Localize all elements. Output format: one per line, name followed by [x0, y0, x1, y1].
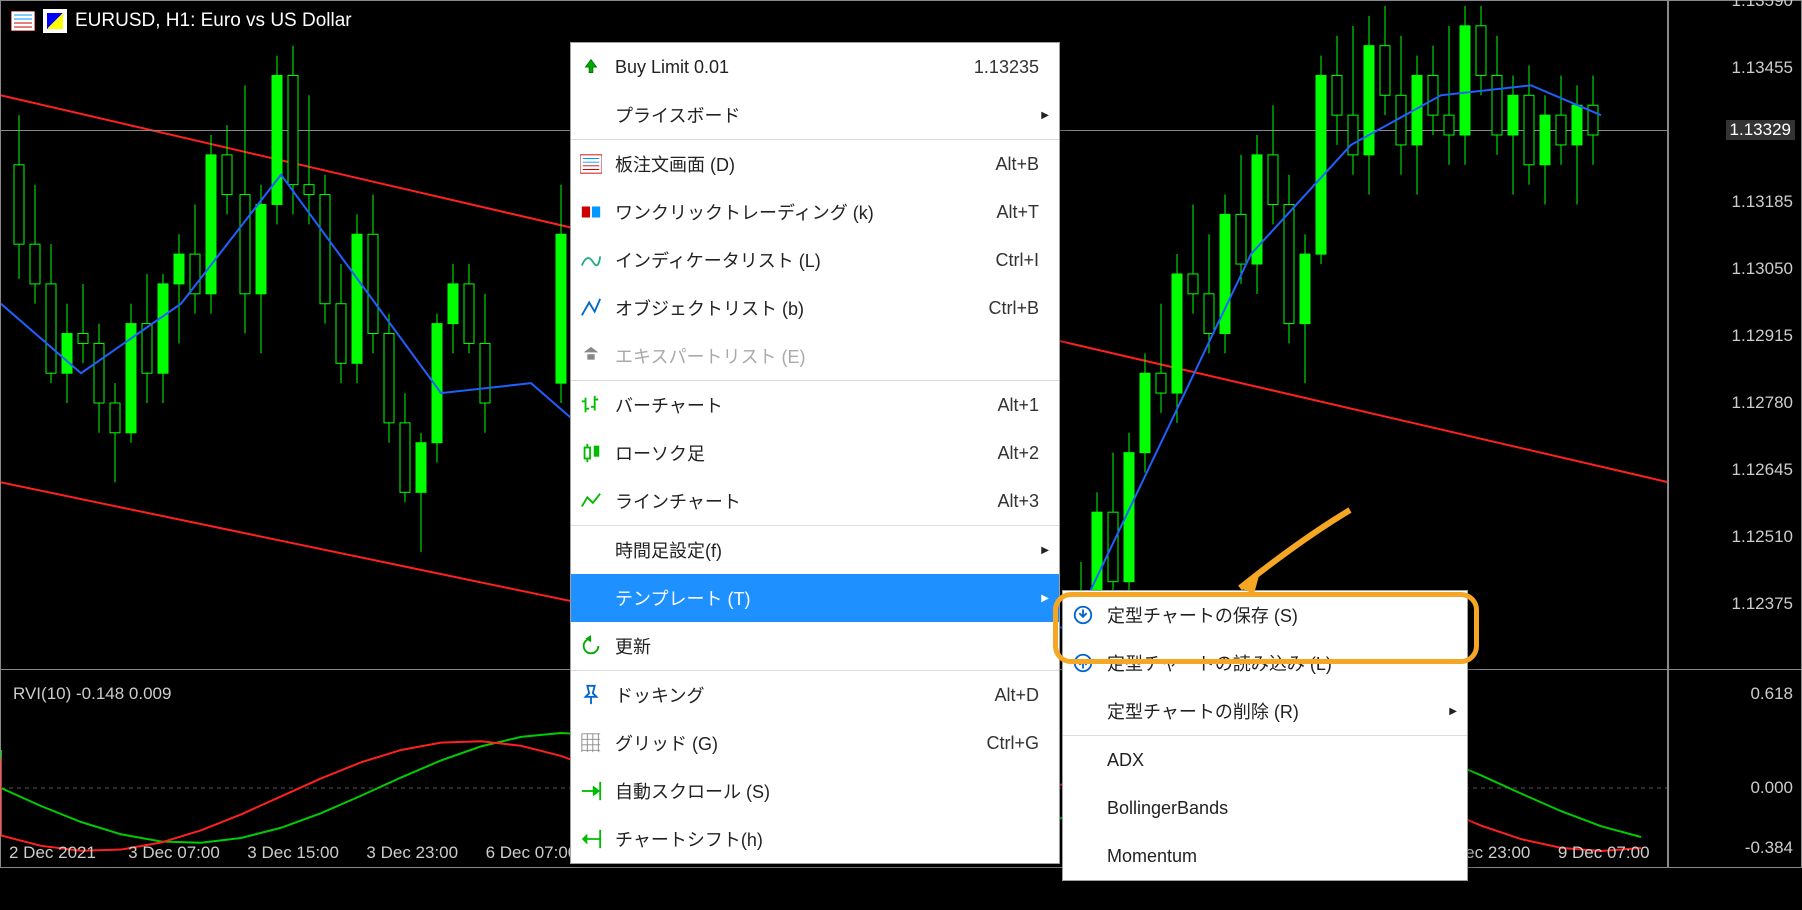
menu-candle[interactable]: ローソク足Alt+2 [571, 429, 1059, 477]
submenu-arrow-icon: ▶ [1041, 110, 1049, 121]
menu-chartshift[interactable]: チャートシフト(h) [571, 815, 1059, 863]
menu-grid[interactable]: グリッド (G)Ctrl+G [571, 719, 1059, 767]
menu-refresh[interactable]: 更新 [571, 622, 1059, 670]
submenu-arrow-icon: ▶ [1449, 706, 1457, 717]
submenu-delete-template[interactable]: 定型チャートの削除 (R)▶ [1063, 687, 1467, 735]
bar-icon [571, 394, 611, 416]
menu-docking[interactable]: ドッキングAlt+D [571, 671, 1059, 719]
menu-timeframe[interactable]: 時間足設定(f)▶ [571, 526, 1059, 574]
auto-icon [571, 780, 611, 802]
ex-icon [571, 345, 611, 367]
menu-bar-chart[interactable]: バーチャートAlt+1 [571, 381, 1059, 429]
oc-icon [571, 201, 611, 223]
time-label: 3 Dec 15:00 [247, 843, 339, 863]
grid-icon [571, 732, 611, 754]
submenu-template-bollingerbands[interactable]: BollingerBands [1063, 784, 1467, 832]
submenu-save-template[interactable]: 定型チャートの保存 (S) [1063, 591, 1467, 639]
menu-board-order[interactable]: 板注文画面 (D)Alt+B [571, 140, 1059, 188]
time-label: 3 Dec 07:00 [128, 843, 220, 863]
menu-line-chart[interactable]: ラインチャートAlt+3 [571, 477, 1059, 525]
template-submenu[interactable]: 定型チャートの保存 (S)定型チャートの読み込み (L)定型チャートの削除 (R… [1062, 590, 1468, 881]
up-icon [571, 56, 611, 78]
price-axis: 1.135901.134551.131851.130501.129151.127… [1668, 0, 1802, 670]
pin-icon [571, 684, 611, 706]
line-icon [571, 490, 611, 512]
dom-icon [571, 153, 611, 175]
il-icon [571, 249, 611, 271]
chart-title-bar: EURUSD, H1: Euro vs US Dollar [11, 9, 352, 33]
dom-icon [11, 11, 35, 31]
menu-object-list[interactable]: オブジェクトリスト (b)Ctrl+B [571, 284, 1059, 332]
menu-autoscroll[interactable]: 自動スクロール (S) [571, 767, 1059, 815]
load-icon [1063, 652, 1103, 674]
indicator-label: RVI(10) -0.148 0.009 [13, 684, 171, 704]
submenu-arrow-icon: ▶ [1041, 593, 1049, 604]
menu-price-board[interactable]: プライスボード▶ [571, 91, 1059, 139]
ol-icon [571, 297, 611, 319]
menu-indicator-list[interactable]: インディケータリスト (L)Ctrl+I [571, 236, 1059, 284]
time-label: 2 Dec 2021 [9, 843, 96, 863]
submenu-load-template[interactable]: 定型チャートの読み込み (L) [1063, 639, 1467, 687]
mt-icon [43, 9, 67, 33]
save-icon [1063, 604, 1103, 626]
context-menu[interactable]: Buy Limit 0.011.13235プライスボード▶板注文画面 (D)Al… [570, 42, 1060, 864]
ref-icon [571, 635, 611, 657]
indicator-axis: 0.6180.000-0.384 [1668, 670, 1802, 868]
submenu-template-momentum[interactable]: Momentum [1063, 832, 1467, 880]
chart-title: EURUSD, H1: Euro vs US Dollar [75, 10, 352, 32]
time-label: 6 Dec 07:00 [486, 843, 578, 863]
menu-one-click[interactable]: ワンクリックトレーディング (k)Alt+T [571, 188, 1059, 236]
time-label: 9 Dec 07:00 [1558, 843, 1650, 863]
shift-icon [571, 828, 611, 850]
submenu-template-adx[interactable]: ADX [1063, 736, 1467, 784]
time-label: 3 Dec 23:00 [366, 843, 458, 863]
cndl-icon [571, 442, 611, 464]
menu-buy-limit[interactable]: Buy Limit 0.011.13235 [571, 43, 1059, 91]
menu-template[interactable]: テンプレート (T)▶ [571, 574, 1059, 622]
menu-expert-list[interactable]: エキスパートリスト (E) [571, 332, 1059, 380]
current-price-label: 1.13329 [1726, 120, 1795, 140]
submenu-arrow-icon: ▶ [1041, 545, 1049, 556]
